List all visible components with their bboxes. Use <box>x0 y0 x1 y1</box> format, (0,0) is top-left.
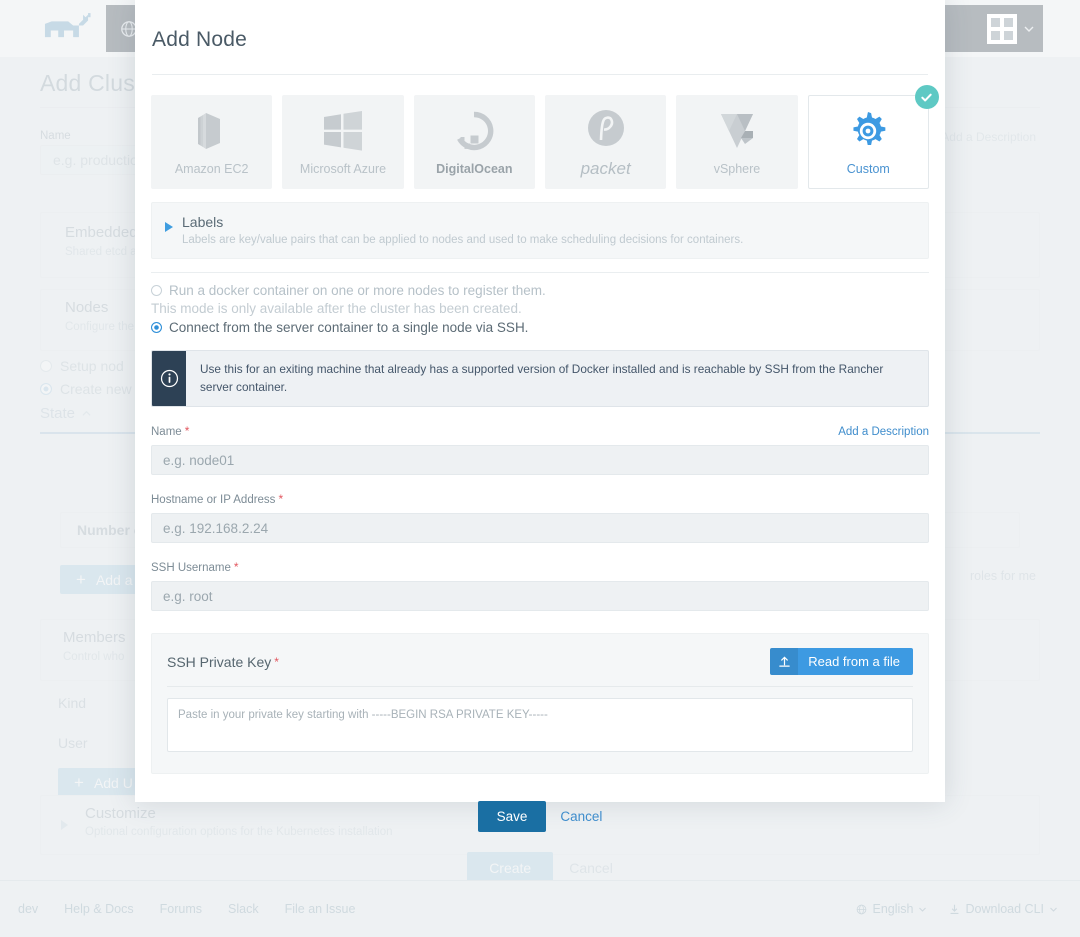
provider-label: vSphere <box>713 162 761 176</box>
add-node-modal: Add Node Amazon EC2 Microsoft Azure Digi… <box>135 0 945 833</box>
field-label: SSH Username <box>151 562 231 575</box>
upload-icon <box>770 648 799 676</box>
required-marker: * <box>274 654 279 669</box>
provider-card-packet[interactable]: packet <box>544 95 667 189</box>
provider-card-list: Amazon EC2 Microsoft Azure DigitalOcean … <box>135 75 945 189</box>
ssh-username-input[interactable] <box>151 581 929 612</box>
ssh-key-title: SSH Private Key <box>167 653 272 670</box>
modal-title: Add Node <box>152 28 248 51</box>
add-description-link[interactable]: Add a Description <box>838 426 929 438</box>
gear-icon <box>847 108 889 154</box>
provider-label: Amazon EC2 <box>174 162 249 176</box>
required-marker: * <box>278 492 284 507</box>
info-icon <box>160 370 178 388</box>
info-banner-text: Use this for an exiting machine that alr… <box>200 362 884 394</box>
triangle-right-icon[interactable] <box>165 222 173 232</box>
provider-label: DigitalOcean <box>436 162 513 176</box>
info-icon-container <box>152 351 186 407</box>
provider-card-digitalocean[interactable]: DigitalOcean <box>413 95 535 189</box>
ssh-private-key-panel: SSH Private Key * Read from a file <box>151 633 929 775</box>
field-label: Hostname or IP Address <box>151 494 276 507</box>
radio-option-docker-register[interactable]: Run a docker container on one or more no… <box>151 283 929 298</box>
radio-label: Connect from the server container to a s… <box>169 320 529 335</box>
labels-section[interactable]: Labels Labels are key/value pairs that c… <box>151 202 929 259</box>
provider-card-microsoft-azure[interactable]: Microsoft Azure <box>282 95 404 189</box>
field-name: Name * Add a Description <box>135 424 945 476</box>
provider-card-custom[interactable]: Custom <box>807 85 939 189</box>
radio-icon-selected <box>151 322 162 333</box>
labels-description: Labels are key/value pairs that can be a… <box>182 234 744 246</box>
name-input[interactable] <box>151 445 929 476</box>
provider-card-vsphere[interactable]: vSphere <box>676 95 798 189</box>
provider-label: packet <box>580 159 631 178</box>
radio-icon <box>151 285 162 296</box>
node-mode-radio-group: Run a docker container on one or more no… <box>135 273 945 335</box>
provider-card-amazon-ec2[interactable]: Amazon EC2 <box>151 95 273 189</box>
digitalocean-icon <box>453 108 495 154</box>
info-banner: Use this for an exiting machine that alr… <box>151 350 929 408</box>
radio-label: Run a docker container on one or more no… <box>169 283 546 298</box>
modal-overlay: Add Node Amazon EC2 Microsoft Azure Digi… <box>0 0 1080 937</box>
required-marker: * <box>233 560 239 575</box>
aws-ec2-icon <box>192 108 232 154</box>
required-marker: * <box>184 424 190 439</box>
field-ssh-username: SSH Username * <box>135 560 945 612</box>
provider-label: Microsoft Azure <box>299 162 387 176</box>
ssh-key-divider <box>167 686 913 688</box>
radio-option-ssh-single-node[interactable]: Connect from the server container to a s… <box>151 320 929 335</box>
read-from-file-button[interactable]: Read from a file <box>770 648 913 676</box>
modal-actions: Save Cancel <box>135 801 945 833</box>
provider-label: Custom <box>846 162 890 176</box>
windows-icon <box>322 108 364 154</box>
hostname-input[interactable] <box>151 513 929 544</box>
field-label: Name <box>151 426 182 439</box>
labels-title: Labels <box>182 214 224 230</box>
read-from-file-label: Read from a file <box>808 654 900 670</box>
save-button[interactable]: Save <box>477 801 547 833</box>
check-icon <box>921 93 933 101</box>
ssh-private-key-textarea[interactable] <box>167 698 913 753</box>
cancel-button[interactable]: Cancel <box>560 809 602 824</box>
packet-icon <box>585 105 627 151</box>
mode-note: This mode is only available after the cl… <box>151 301 522 316</box>
selected-badge <box>914 85 939 109</box>
field-hostname: Hostname or IP Address * <box>135 492 945 544</box>
vsphere-icon <box>715 108 759 154</box>
